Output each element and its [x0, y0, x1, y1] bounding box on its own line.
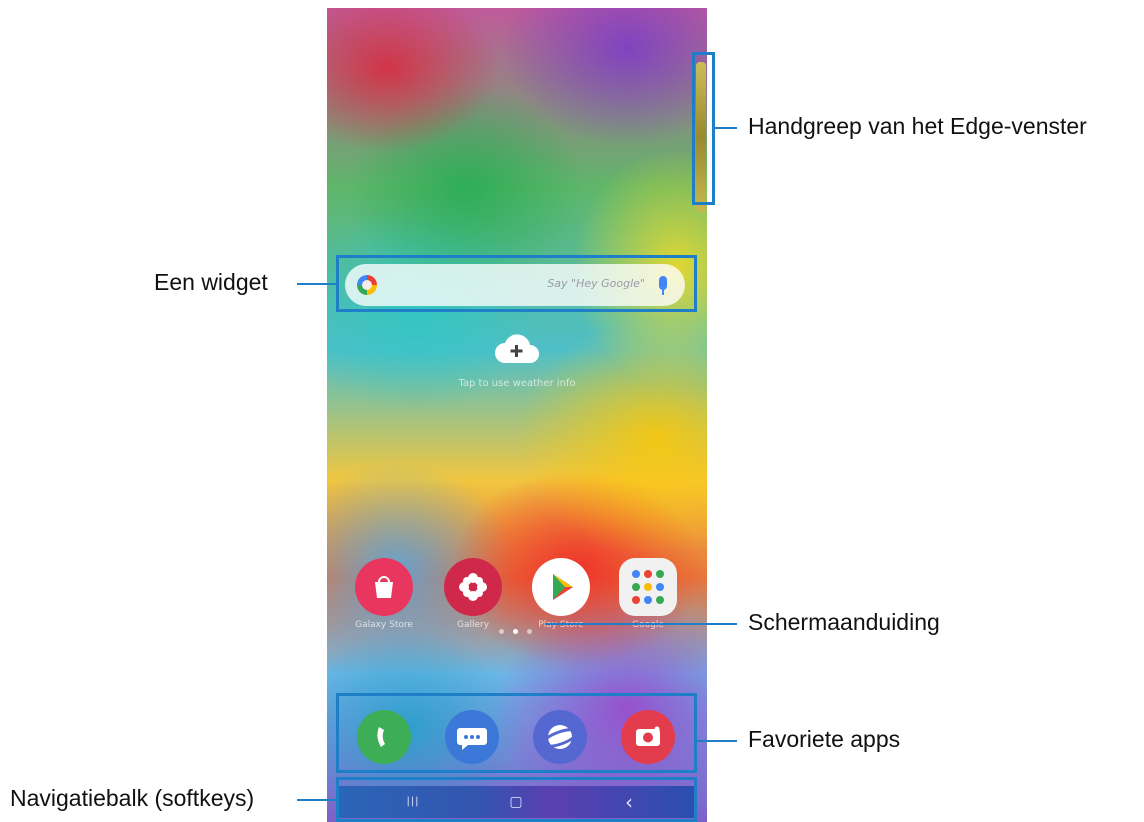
flower-icon: [444, 558, 502, 616]
callout-line: [545, 623, 737, 625]
nav-bar-highlight: [336, 777, 697, 822]
app-galaxy-store[interactable]: Galaxy Store: [353, 558, 415, 630]
callout-nav-bar: Navigatiebalk (softkeys): [10, 785, 255, 811]
app-play-store[interactable]: Play Store: [530, 558, 592, 630]
page-dot-active: [513, 629, 518, 634]
app-gallery[interactable]: Gallery: [442, 558, 504, 630]
callout-line: [697, 740, 737, 742]
callout-line: [715, 127, 737, 129]
callout-line: [297, 799, 336, 801]
app-label: Galaxy Store: [355, 620, 413, 630]
app-label: Google: [632, 620, 664, 630]
callout-favorite-apps: Favoriete apps: [748, 726, 901, 752]
app-folder-google[interactable]: Google: [617, 558, 679, 630]
favorite-apps-highlight: [336, 693, 697, 773]
callout-widget: Een widget: [154, 269, 268, 295]
callout-edge-handle: Handgreep van het Edge-venster: [748, 113, 1087, 139]
weather-hint-text: Tap to use weather info: [458, 378, 576, 389]
widget-highlight: [336, 255, 697, 312]
folder-icon: [619, 558, 677, 616]
shopping-bag-icon: [355, 558, 413, 616]
callout-page-indicator: Schermaanduiding: [748, 609, 940, 635]
play-store-icon: [532, 558, 590, 616]
edge-handle-highlight: [692, 52, 715, 205]
callout-line: [297, 283, 336, 285]
weather-cloud-icon[interactable]: [493, 333, 541, 367]
page-dot: [527, 629, 532, 634]
page-indicator: [493, 627, 543, 637]
page-dot: [499, 629, 504, 634]
